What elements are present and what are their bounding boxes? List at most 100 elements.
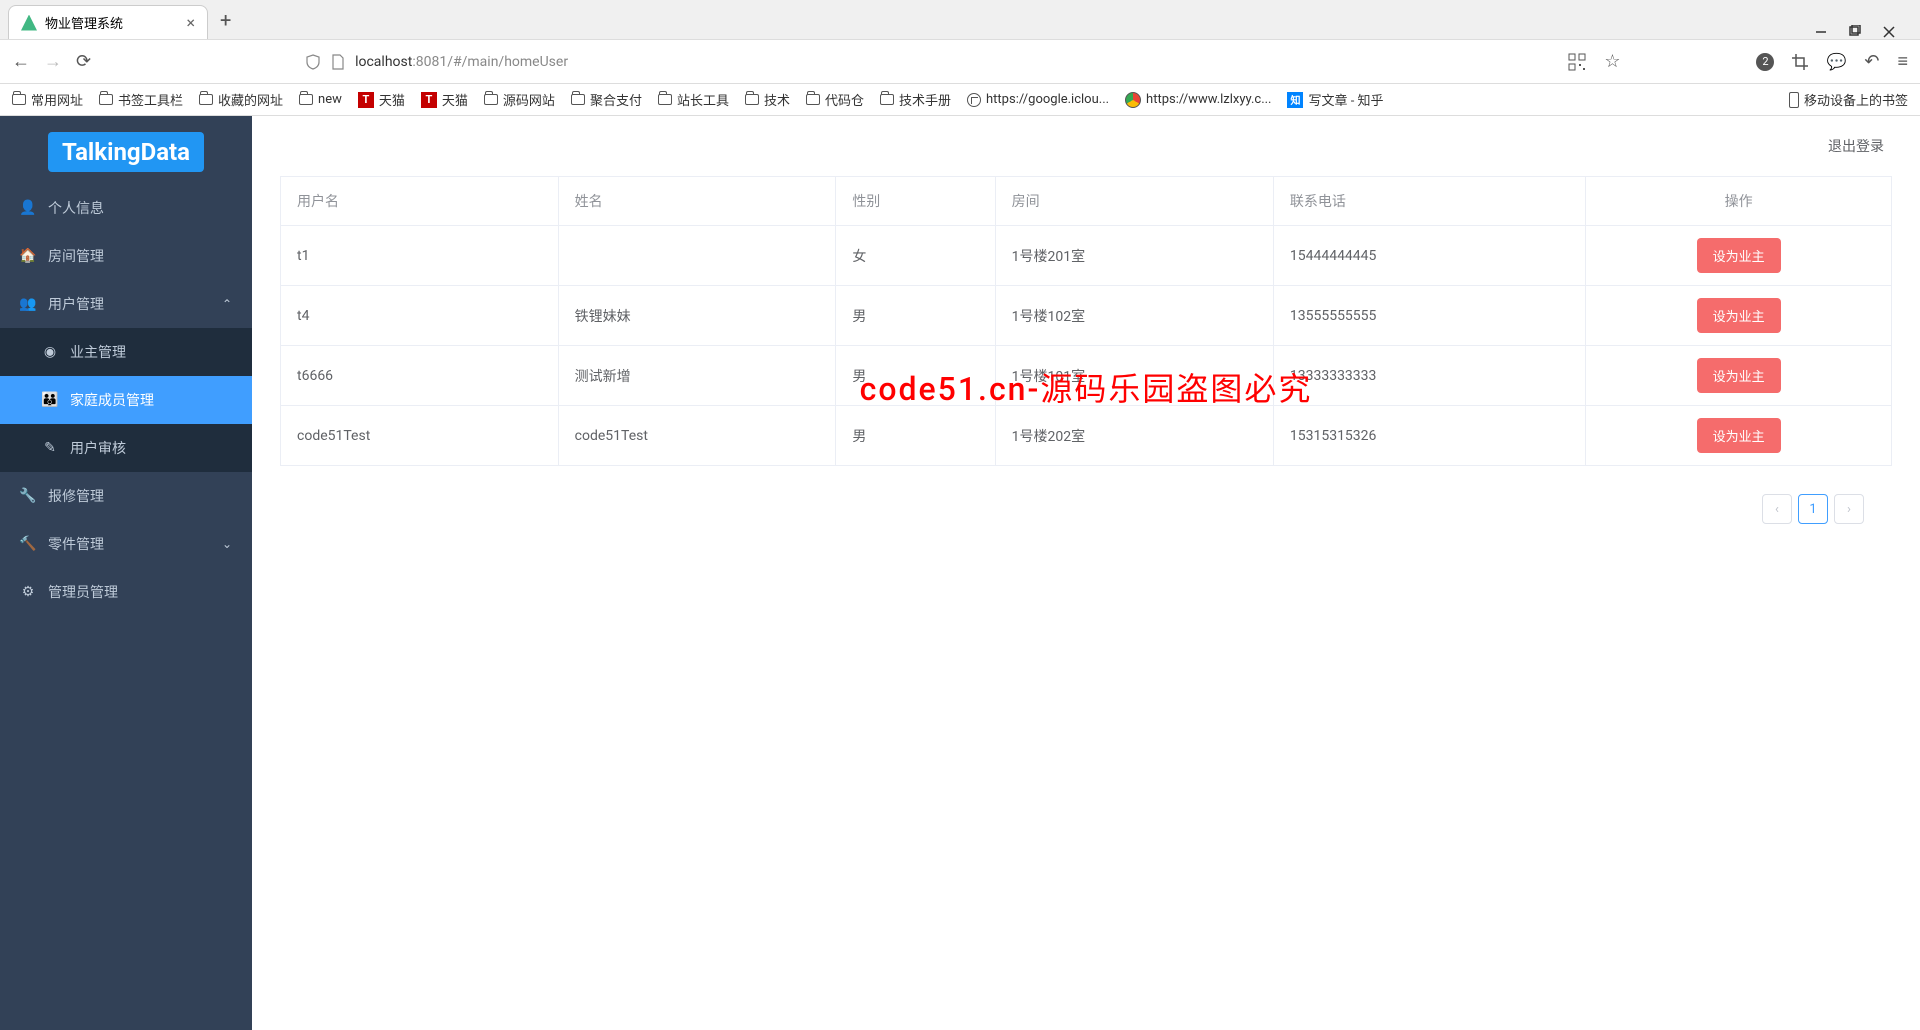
folder-icon [299,94,313,105]
browser-toolbar: ← → ⟳ localhost:8081/#/main/homeUser ☆ 2… [0,40,1920,84]
sidebar-item-repair[interactable]: 🔧 报修管理 [0,472,252,520]
th-name: 姓名 [558,177,836,226]
th-gender: 性别 [836,177,995,226]
notifications-badge[interactable]: 2 [1756,53,1774,71]
submenu-label: 用户审核 [70,438,126,458]
cell-action: 设为业主 [1586,346,1892,406]
browser-tab-strip: 物业管理系统 × + [0,0,1920,40]
tmall-icon: T [421,92,437,108]
th-room: 房间 [995,177,1273,226]
set-owner-button[interactable]: 设为业主 [1697,418,1781,453]
folder-icon [806,94,820,105]
back-button[interactable]: ← [12,51,30,72]
sidebar-subitem-audit[interactable]: ✎ 用户审核 [0,424,252,472]
cell-room: 1号楼201室 [995,226,1273,286]
forward-button[interactable]: → [44,51,62,72]
page-icon [331,54,345,70]
menu-label: 用户管理 [48,294,104,314]
cell-phone: 15444444445 [1273,226,1585,286]
main-content: 退出登录 用户名 姓名 性别 房间 联系电话 操作 t1女1号楼201室1544… [252,116,1920,1030]
users-icon: 👥 [20,296,36,312]
menu-icon[interactable]: ≡ [1897,51,1908,72]
mobile-icon [1789,92,1799,108]
sidebar-item-user[interactable]: 👥 用户管理 ⌃ [0,280,252,328]
window-controls [1798,25,1912,39]
th-phone: 联系电话 [1273,177,1585,226]
bookmark-item[interactable]: 聚合支付 [571,90,642,109]
chat-icon[interactable]: 💬 [1826,52,1846,71]
folder-icon [484,94,498,105]
cell-gender: 男 [836,406,995,466]
bookmark-item[interactable]: 收藏的网址 [199,90,283,109]
cell-room: 1号楼102室 [995,286,1273,346]
set-owner-button[interactable]: 设为业主 [1697,238,1781,273]
th-username: 用户名 [281,177,559,226]
maximize-icon[interactable] [1848,25,1862,39]
bookmark-item[interactable]: new [299,92,342,107]
set-owner-button[interactable]: 设为业主 [1697,358,1781,393]
cell-username: t6666 [281,346,559,406]
zhihu-icon: 知 [1287,92,1303,108]
browser-tab[interactable]: 物业管理系统 × [8,5,208,39]
wrench-icon: 🔧 [20,488,36,504]
bookmark-item[interactable]: T天猫 [421,90,468,109]
address-bar[interactable]: localhost:8081/#/main/homeUser [105,54,1554,70]
set-owner-button[interactable]: 设为业主 [1697,298,1781,333]
bookmark-item[interactable]: 移动设备上的书签 [1789,90,1908,109]
admin-icon: ⚙ [20,584,36,600]
home-icon: 🏠 [20,248,36,264]
vue-favicon-icon [21,15,37,31]
submenu-label: 家庭成员管理 [70,390,154,410]
page-next-button[interactable]: › [1834,494,1864,524]
star-icon[interactable]: ☆ [1604,51,1620,72]
bookmark-item[interactable]: T天猫 [358,90,405,109]
submenu-label: 业主管理 [70,342,126,362]
bookmark-item[interactable]: 常用网址 [12,90,83,109]
bookmark-item[interactable]: 书签工具栏 [99,90,183,109]
folder-icon [658,94,672,105]
close-window-icon[interactable] [1882,25,1896,39]
page-prev-button[interactable]: ‹ [1762,494,1792,524]
chevron-down-icon: ⌄ [222,537,232,551]
menu-label: 报修管理 [48,486,104,506]
sidebar-subitem-owner[interactable]: ◉ 业主管理 [0,328,252,376]
bookmark-item[interactable]: 站长工具 [658,90,729,109]
sidebar-item-personal[interactable]: 👤 个人信息 [0,184,252,232]
pagination: ‹ 1 › [280,466,1892,552]
sidebar-item-room[interactable]: 🏠 房间管理 [0,232,252,280]
close-tab-icon[interactable]: × [186,13,195,32]
page-number-button[interactable]: 1 [1798,494,1828,524]
cell-phone: 15315315326 [1273,406,1585,466]
new-tab-button[interactable]: + [208,8,243,32]
sidebar-subitem-family[interactable]: 👪 家庭成员管理 [0,376,252,424]
globe-icon [967,93,981,107]
shield-icon [305,54,321,70]
bookmark-item[interactable]: 技术 [745,90,790,109]
bookmark-item[interactable]: 技术手册 [880,90,951,109]
sidebar-item-parts[interactable]: 🔨 零件管理 ⌄ [0,520,252,568]
qr-icon[interactable] [1568,53,1586,71]
undo-icon[interactable]: ↶ [1864,51,1879,72]
bookmark-item[interactable]: https://www.lzlxyy.c... [1125,92,1271,108]
crop-icon[interactable] [1792,54,1808,70]
reload-button[interactable]: ⟳ [76,51,91,72]
logout-link[interactable]: 退出登录 [1828,136,1884,156]
tab-title: 物业管理系统 [45,13,123,32]
audit-icon: ✎ [42,440,58,456]
bookmark-item[interactable]: https://google.iclou... [967,92,1109,107]
url-host: localhost:8081/#/main/homeUser [355,54,568,70]
bookmark-item[interactable]: 源码网站 [484,90,555,109]
cell-action: 设为业主 [1586,226,1892,286]
folder-icon [12,94,26,105]
minimize-icon[interactable] [1814,25,1828,39]
menu-label: 管理员管理 [48,582,118,602]
owner-icon: ◉ [42,344,58,360]
bookmark-item[interactable]: 代码仓 [806,90,864,109]
th-action: 操作 [1586,177,1892,226]
bookmark-item[interactable]: 知写文章 - 知乎 [1287,90,1383,109]
cell-action: 设为业主 [1586,406,1892,466]
cell-name: 测试新增 [558,346,836,406]
family-icon: 👪 [42,392,58,408]
sidebar-item-admin[interactable]: ⚙ 管理员管理 [0,568,252,616]
cell-gender: 男 [836,286,995,346]
